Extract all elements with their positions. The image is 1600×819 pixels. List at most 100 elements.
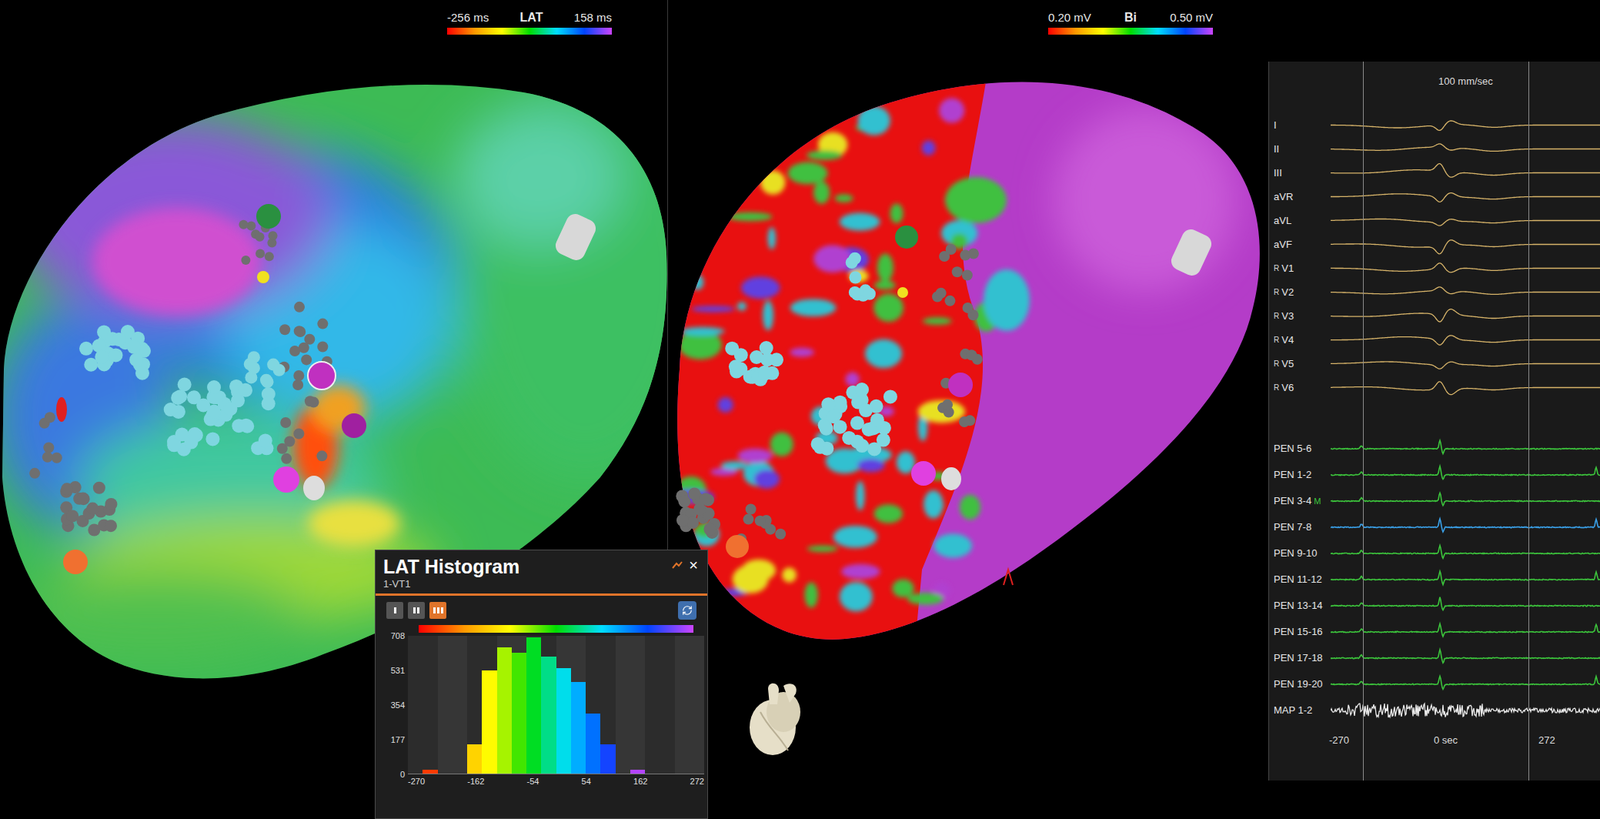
cyan-tag bbox=[855, 438, 869, 453]
lat-histogram-window[interactable]: LAT Histogram1-VT1×7085313541770-270-162… bbox=[374, 549, 709, 819]
ecg-panel: 100 mm/secIIIIIIaVRaVLaVFRV1RV2RV3RV4RV5… bbox=[1268, 61, 1600, 781]
channel-row: PEN 15-16 bbox=[1269, 618, 1600, 645]
cyan-tag bbox=[187, 390, 201, 405]
histogram-bar bbox=[630, 769, 645, 774]
channel-label: aVL bbox=[1273, 214, 1292, 228]
bar-glyph-icon bbox=[413, 607, 416, 614]
cyan-tag bbox=[826, 409, 841, 424]
cyan-tag bbox=[848, 286, 862, 299]
channel-label: MAP 1-2 bbox=[1273, 704, 1313, 717]
channel-label: PEN 15-16 bbox=[1273, 625, 1323, 638]
grey-tag bbox=[293, 427, 304, 439]
catheter-icon bbox=[1168, 226, 1215, 279]
scale-max: 158 ms bbox=[574, 10, 612, 25]
grey-tag bbox=[317, 318, 328, 330]
channel-row: PEN 5-6 bbox=[1269, 435, 1600, 462]
grey-tag bbox=[267, 230, 278, 241]
cyan-tag bbox=[734, 347, 749, 362]
x-tick: 272 bbox=[690, 775, 705, 787]
cursor-line[interactable] bbox=[1362, 61, 1364, 781]
channel-trace bbox=[1330, 461, 1600, 488]
view-button[interactable] bbox=[407, 601, 425, 619]
refresh-icon bbox=[681, 604, 693, 616]
grey-tag bbox=[104, 519, 117, 532]
histogram-bar bbox=[511, 652, 527, 774]
channel-row: RV6 bbox=[1269, 375, 1600, 400]
grey-tag bbox=[316, 450, 328, 461]
channel-label: PEN 7-8 bbox=[1273, 521, 1312, 534]
cyan-tag bbox=[177, 377, 192, 392]
grey-tag bbox=[280, 453, 292, 465]
channel-row: PEN 13-14 bbox=[1269, 592, 1600, 619]
grey-tag bbox=[745, 503, 757, 515]
channel-trace bbox=[1330, 671, 1600, 698]
grey-tag bbox=[774, 528, 786, 540]
channel-row: III bbox=[1269, 160, 1600, 185]
cyan-tag bbox=[863, 287, 876, 301]
channel-label: PEN 13-14 bbox=[1273, 599, 1323, 612]
grey-tag bbox=[264, 251, 274, 261]
scale-label: LAT bbox=[520, 10, 544, 25]
histogram-subtitle: 1-VT1 bbox=[383, 577, 520, 591]
cyan-tag bbox=[883, 389, 898, 404]
grey-tag bbox=[693, 502, 706, 515]
view-button[interactable] bbox=[386, 601, 404, 619]
grey-tag bbox=[77, 492, 91, 505]
heart-orientation-icon[interactable] bbox=[749, 683, 801, 755]
cyan-tag bbox=[759, 340, 774, 355]
grey-tag bbox=[76, 491, 90, 505]
channel-label: III bbox=[1273, 167, 1283, 180]
scale-min: -256 ms bbox=[447, 10, 489, 25]
ablation-tag bbox=[56, 397, 67, 422]
grey-tag bbox=[935, 287, 947, 299]
channel-trace bbox=[1330, 160, 1600, 185]
scale-gradient bbox=[1048, 27, 1213, 35]
cyan-tag bbox=[855, 382, 869, 397]
channel-trace bbox=[1330, 136, 1600, 161]
grey-tag bbox=[304, 395, 316, 407]
close-button[interactable]: × bbox=[687, 556, 700, 574]
channel-row: PEN 19-20 bbox=[1269, 671, 1600, 698]
channel-label: V1 bbox=[1281, 262, 1294, 275]
refresh-button[interactable] bbox=[678, 601, 697, 620]
cyan-tag bbox=[187, 427, 202, 441]
cyan-tag bbox=[111, 332, 126, 347]
cyan-tag bbox=[867, 441, 882, 456]
channel-trace bbox=[1330, 592, 1600, 619]
channel-tag: R bbox=[1273, 263, 1280, 274]
scale-gradient bbox=[447, 27, 612, 35]
channel-row: aVR bbox=[1269, 184, 1600, 209]
time-axis: -2700 sec272 bbox=[1269, 732, 1600, 749]
grey-tag bbox=[944, 295, 956, 307]
grey-tag bbox=[959, 250, 971, 261]
cyan-tag bbox=[845, 256, 859, 269]
pin-icon[interactable] bbox=[671, 560, 683, 570]
x-axis: -270-162-5454162272 bbox=[407, 774, 705, 787]
ecg-column: 100 mm/secIIIIIIaVRaVLaVFRV1RV2RV3RV4RV5… bbox=[1268, 0, 1600, 819]
channel-row: II bbox=[1269, 136, 1600, 161]
ablation-tag bbox=[63, 549, 88, 575]
channel-label: PEN 5-6 bbox=[1273, 442, 1312, 455]
voltage-map[interactable] bbox=[668, 46, 1269, 819]
histogram-colorbar bbox=[418, 624, 694, 633]
channel-trace bbox=[1330, 280, 1600, 304]
cyan-tag bbox=[163, 402, 178, 417]
histogram-bar bbox=[571, 681, 586, 774]
grey-tag bbox=[254, 232, 264, 242]
grey-tag bbox=[962, 302, 974, 314]
ablation-tag bbox=[257, 270, 270, 284]
cyan-tag bbox=[108, 347, 123, 362]
cyan-tag bbox=[207, 404, 221, 419]
x-tick: -270 bbox=[407, 775, 425, 787]
channel-label: PEN 11-12 bbox=[1273, 573, 1323, 586]
channel-label: V4 bbox=[1281, 334, 1294, 347]
cursor-line[interactable] bbox=[1528, 61, 1530, 781]
cyan-tag bbox=[819, 421, 834, 436]
channel-label: V5 bbox=[1281, 357, 1294, 371]
view-button[interactable] bbox=[429, 601, 447, 619]
channel-trace bbox=[1330, 327, 1600, 352]
channel-trace bbox=[1330, 566, 1600, 593]
y-tick: 708 bbox=[390, 630, 405, 642]
grey-tag bbox=[289, 345, 301, 357]
histogram-bar bbox=[526, 637, 542, 774]
